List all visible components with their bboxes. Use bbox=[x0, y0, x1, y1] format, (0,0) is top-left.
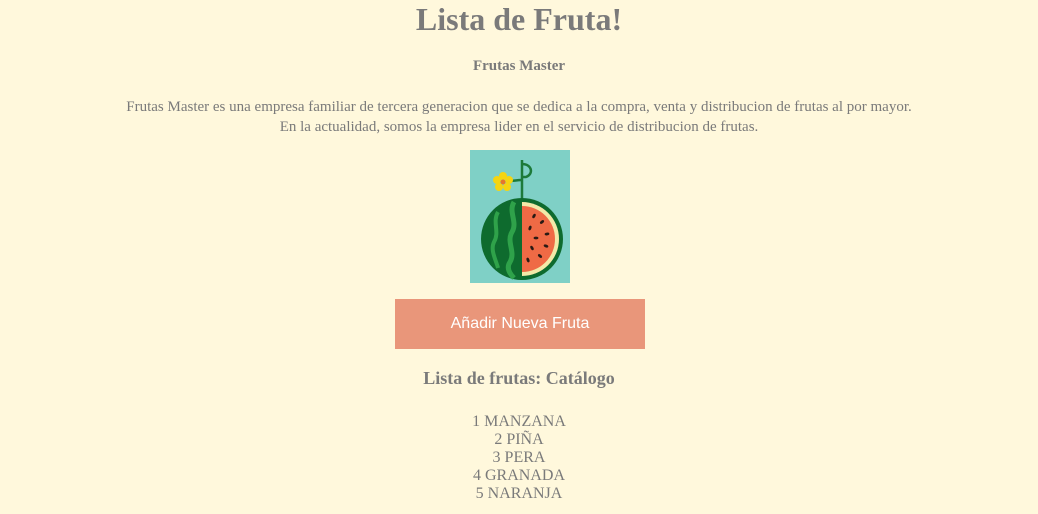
list-item: 5 NARANJA bbox=[475, 485, 563, 502]
watermelon-logo bbox=[470, 150, 570, 283]
catalog-title: Lista de frutas: Catálogo bbox=[423, 368, 615, 388]
watermelon-icon bbox=[470, 150, 570, 283]
list-item: 2 PIÑA bbox=[494, 431, 544, 448]
list-item: 1 MANZANA bbox=[472, 413, 566, 430]
page: Lista de Fruta! Frutas Master Frutas Mas… bbox=[0, 0, 1038, 514]
list-item: 4 GRANADA bbox=[473, 467, 565, 484]
description-line-2: En la actualidad, somos la empresa lider… bbox=[279, 119, 759, 135]
page-title: Lista de Fruta! bbox=[415, 1, 623, 37]
fruit-list: 1 MANZANA 2 PIÑA 3 PERA 4 GRANADA 5 NARA… bbox=[0, 413, 1038, 503]
company-description: Frutas Master es una empresa familiar de… bbox=[0, 97, 1038, 137]
list-item: 3 PERA bbox=[492, 449, 546, 466]
description-line-1: Frutas Master es una empresa familiar de… bbox=[126, 99, 912, 115]
add-fruit-button[interactable]: Añadir Nueva Fruta bbox=[395, 299, 645, 349]
company-name: Frutas Master bbox=[472, 58, 566, 74]
